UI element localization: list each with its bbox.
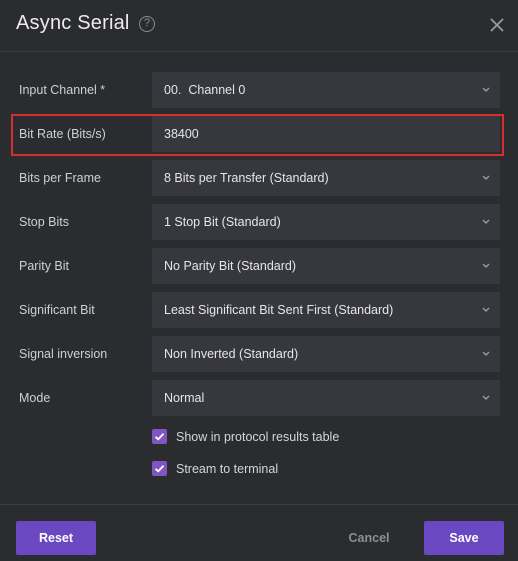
stop-bits-value: 1 Stop Bit (Standard) xyxy=(164,215,281,229)
mode-value: Normal xyxy=(164,391,205,405)
dialog-title: Async Serial xyxy=(16,12,130,34)
input-channel-label: Input Channel * xyxy=(19,83,106,97)
parity-bit-value: No Parity Bit (Standard) xyxy=(164,259,296,273)
bits-per-frame-row: Bits per Frame 8 Bits per Transfer (Stan… xyxy=(0,160,518,196)
checkmark-icon xyxy=(154,433,165,441)
input-channel-row: Input Channel * 00. Channel 0 xyxy=(0,72,518,108)
dialog-footer: Reset Cancel Save xyxy=(0,504,518,561)
reset-button[interactable]: Reset xyxy=(16,521,96,555)
chevron-down-icon xyxy=(482,263,490,268)
chevron-down-icon xyxy=(482,351,490,356)
bit-rate-row: Bit Rate (Bits/s) 38400 xyxy=(0,116,518,152)
channel-name: Channel 0 xyxy=(188,83,246,97)
input-channel-select[interactable]: 00. Channel 0 xyxy=(152,72,500,108)
stop-bits-row: Stop Bits 1 Stop Bit (Standard) xyxy=(0,204,518,240)
save-button[interactable]: Save xyxy=(424,521,504,555)
show-in-table-label: Show in protocol results table xyxy=(176,430,340,444)
cancel-button[interactable]: Cancel xyxy=(330,521,408,555)
mode-row: Mode Normal xyxy=(0,380,518,416)
stop-bits-select[interactable]: 1 Stop Bit (Standard) xyxy=(152,204,500,240)
signal-inversion-value: Non Inverted (Standard) xyxy=(164,347,299,361)
help-icon[interactable]: ? xyxy=(139,16,155,32)
stream-to-terminal-checkbox[interactable] xyxy=(152,461,167,476)
significant-bit-value: Least Significant Bit Sent First (Standa… xyxy=(164,303,394,317)
show-in-table-checkbox[interactable] xyxy=(152,429,167,444)
bits-per-frame-label: Bits per Frame xyxy=(19,171,101,185)
signal-inversion-label: Signal inversion xyxy=(19,347,108,361)
signal-inversion-select[interactable]: Non Inverted (Standard) xyxy=(152,336,500,372)
chevron-down-icon xyxy=(482,307,490,312)
bit-rate-label: Bit Rate (Bits/s) xyxy=(19,127,106,141)
chevron-down-icon xyxy=(482,219,490,224)
significant-bit-label: Significant Bit xyxy=(19,303,95,317)
significant-bit-row: Significant Bit Least Significant Bit Se… xyxy=(0,292,518,328)
close-icon[interactable] xyxy=(489,17,505,33)
parity-bit-select[interactable]: No Parity Bit (Standard) xyxy=(152,248,500,284)
chevron-down-icon xyxy=(482,87,490,92)
input-channel-value: 00. Channel 0 xyxy=(164,72,245,108)
bits-per-frame-value: 8 Bits per Transfer (Standard) xyxy=(164,171,329,185)
parity-bit-label: Parity Bit xyxy=(19,259,70,273)
signal-inversion-row: Signal inversion Non Inverted (Standard) xyxy=(0,336,518,372)
significant-bit-select[interactable]: Least Significant Bit Sent First (Standa… xyxy=(152,292,500,328)
checkmark-icon xyxy=(154,465,165,473)
async-serial-dialog: Async Serial ? Input Channel * 00. Chann… xyxy=(0,0,518,561)
chevron-down-icon xyxy=(482,395,490,400)
bits-per-frame-select[interactable]: 8 Bits per Transfer (Standard) xyxy=(152,160,500,196)
mode-select[interactable]: Normal xyxy=(152,380,500,416)
mode-label: Mode xyxy=(19,391,51,405)
stop-bits-label: Stop Bits xyxy=(19,215,70,229)
stream-to-terminal-label: Stream to terminal xyxy=(176,462,279,476)
parity-bit-row: Parity Bit No Parity Bit (Standard) xyxy=(0,248,518,284)
dialog-header: Async Serial ? xyxy=(0,0,518,52)
channel-prefix: 00. xyxy=(164,83,182,97)
bit-rate-value: 38400 xyxy=(164,127,199,141)
chevron-down-icon xyxy=(482,175,490,180)
bit-rate-input[interactable]: 38400 xyxy=(152,116,500,152)
